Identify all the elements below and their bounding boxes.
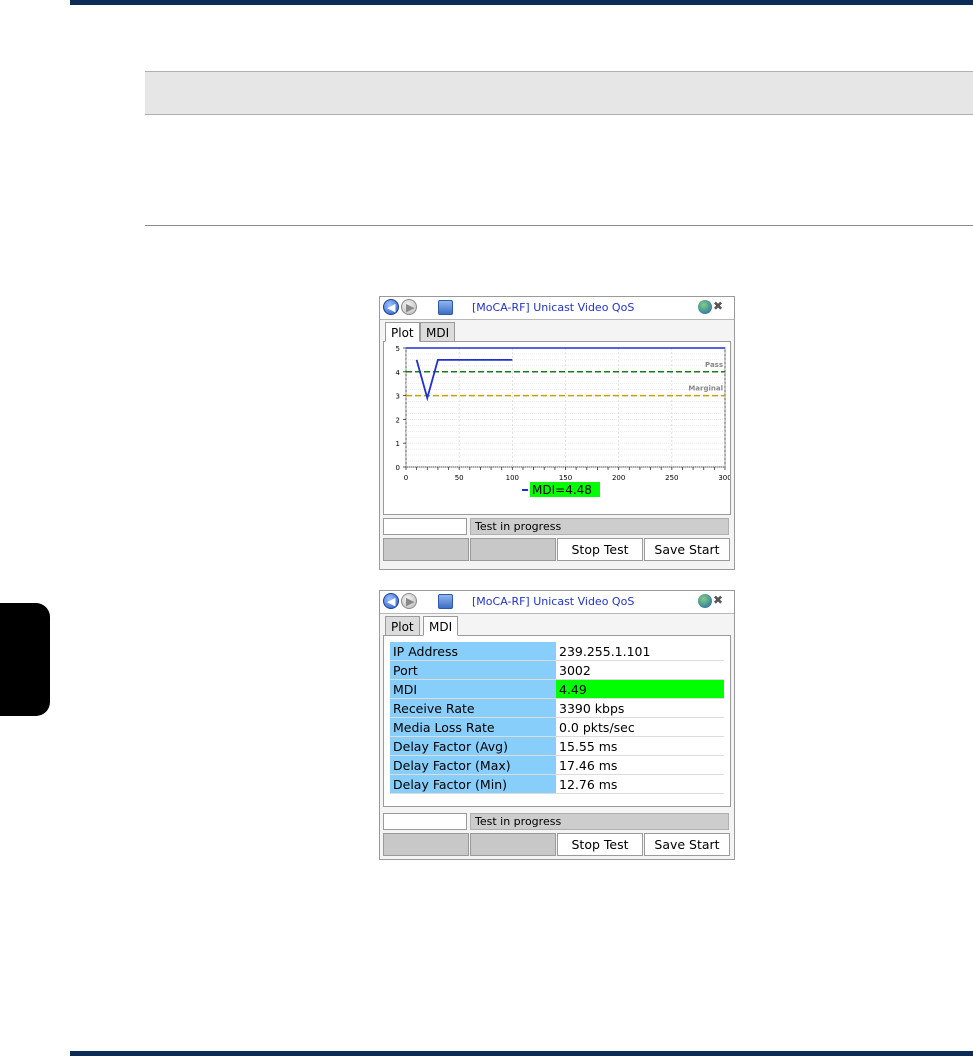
globe-icon[interactable] (698, 594, 712, 608)
x-tick-label: 50 (455, 474, 464, 482)
y-tick-label: 5 (396, 345, 400, 353)
status-input[interactable] (383, 518, 467, 535)
row-label: Media Loss Rate (390, 717, 556, 737)
x-tick-label: 300 (718, 474, 730, 482)
row-value: 4.49 (556, 679, 724, 699)
table-row: Delay Factor (Max) 17.46 ms (390, 755, 724, 775)
tab-mdi[interactable]: MDI (420, 322, 456, 342)
back-icon[interactable]: ◀ (383, 299, 399, 315)
row-value: 12.76 ms (556, 774, 724, 794)
save-start-button[interactable]: Save Start (644, 833, 730, 856)
app-icon[interactable] (438, 594, 453, 609)
softkey-bar: Stop Test Save Start (383, 833, 732, 857)
title-bar: ◀ ▶ [MoCA-RF] Unicast Video QoS ✖ (380, 297, 734, 320)
row-label: Delay Factor (Min) (390, 774, 556, 794)
x-tick-label: 200 (612, 474, 625, 482)
row-value: 3390 kbps (556, 698, 724, 718)
title-bar: ◀ ▶ [MoCA-RF] Unicast Video QoS ✖ (380, 591, 734, 614)
section-rule (145, 225, 973, 226)
softkey-1[interactable] (383, 833, 469, 856)
mdi-table: IP Address 239.255.1.101 Port 3002 MDI 4.49 Re… (390, 642, 724, 794)
row-value: 3002 (556, 660, 724, 680)
legend-label: MDI=4.48 (532, 483, 592, 497)
app-icon[interactable] (438, 300, 453, 315)
table-row: Receive Rate 3390 kbps (390, 698, 724, 718)
stop-test-button[interactable]: Stop Test (557, 538, 643, 561)
table-row: Delay Factor (Avg) 15.55 ms (390, 736, 724, 756)
status-text: Test in progress (470, 813, 729, 830)
save-start-button[interactable]: Save Start (644, 538, 730, 561)
row-label: IP Address (390, 642, 556, 661)
row-label: Delay Factor (Max) (390, 755, 556, 775)
plot-panel: Pass Marginal 0 1 2 3 4 5 0 50 100 150 200 250 300 MDI=… (383, 341, 732, 515)
plug-icon[interactable]: ✖ (713, 593, 723, 607)
row-value: 239.255.1.101 (556, 642, 724, 661)
chapter-side-tab (0, 603, 50, 716)
x-tick-label: 0 (404, 474, 408, 482)
table-row: MDI 4.49 (390, 679, 724, 699)
table-row: Port 3002 (390, 660, 724, 680)
x-tick-label: 100 (506, 474, 519, 482)
tab-mdi[interactable]: MDI (423, 616, 459, 636)
row-value: 15.55 ms (556, 736, 724, 756)
bottom-border-bar (70, 1051, 973, 1056)
status-text: Test in progress (470, 518, 729, 535)
softkey-1[interactable] (383, 538, 469, 561)
row-value: 0.0 pkts/sec (556, 717, 724, 737)
forward-icon[interactable]: ▶ (401, 299, 417, 315)
row-label: Delay Factor (Avg) (390, 736, 556, 756)
softkey-2[interactable] (470, 833, 556, 856)
window-title: [MoCA-RF] Unicast Video QoS (472, 595, 635, 608)
tab-plot[interactable]: Plot (385, 322, 420, 342)
y-tick-label: 1 (396, 440, 400, 448)
pass-label: Pass (705, 361, 723, 369)
mdi-panel: IP Address 239.255.1.101 Port 3002 MDI 4.49 Re… (383, 635, 731, 807)
x-tick-label: 150 (559, 474, 572, 482)
x-tick-label: 250 (665, 474, 678, 482)
softkey-2[interactable] (470, 538, 556, 561)
window-title: [MoCA-RF] Unicast Video QoS (472, 301, 635, 314)
globe-icon[interactable] (698, 300, 712, 314)
tab-plot[interactable]: Plot (385, 616, 420, 636)
forward-icon[interactable]: ▶ (401, 593, 417, 609)
plug-icon[interactable]: ✖ (713, 299, 723, 313)
marginal-label: Marginal (688, 385, 723, 393)
table-row: IP Address 239.255.1.101 (390, 642, 724, 661)
stop-test-button[interactable]: Stop Test (557, 833, 643, 856)
header-band (145, 71, 973, 115)
mdi-chart: PassMarginal0123450 50 100 150 200 250 300MDI=… (396, 345, 732, 497)
y-tick-label: 3 (396, 393, 400, 401)
y-tick-label: 0 (396, 464, 400, 472)
row-label: Receive Rate (390, 698, 556, 718)
y-tick-label: 4 (396, 369, 401, 377)
status-input[interactable] (383, 813, 467, 830)
top-border-bar (70, 0, 973, 5)
y-tick-label: 2 (396, 416, 400, 424)
device-screen-plot: ◀ ▶ [MoCA-RF] Unicast Video QoS ✖ Plot M… (379, 296, 735, 570)
table-row: Delay Factor (Min) 12.76 ms (390, 774, 724, 794)
softkey-bar: Stop Test Save Start (383, 538, 732, 562)
device-screen-mdi: ◀ ▶ [MoCA-RF] Unicast Video QoS ✖ Plot M… (379, 590, 735, 860)
table-row: Media Loss Rate 0.0 pkts/sec (390, 717, 724, 737)
row-value: 17.46 ms (556, 755, 724, 775)
back-icon[interactable]: ◀ (383, 593, 399, 609)
row-label: MDI (390, 679, 556, 699)
row-label: Port (390, 660, 556, 680)
